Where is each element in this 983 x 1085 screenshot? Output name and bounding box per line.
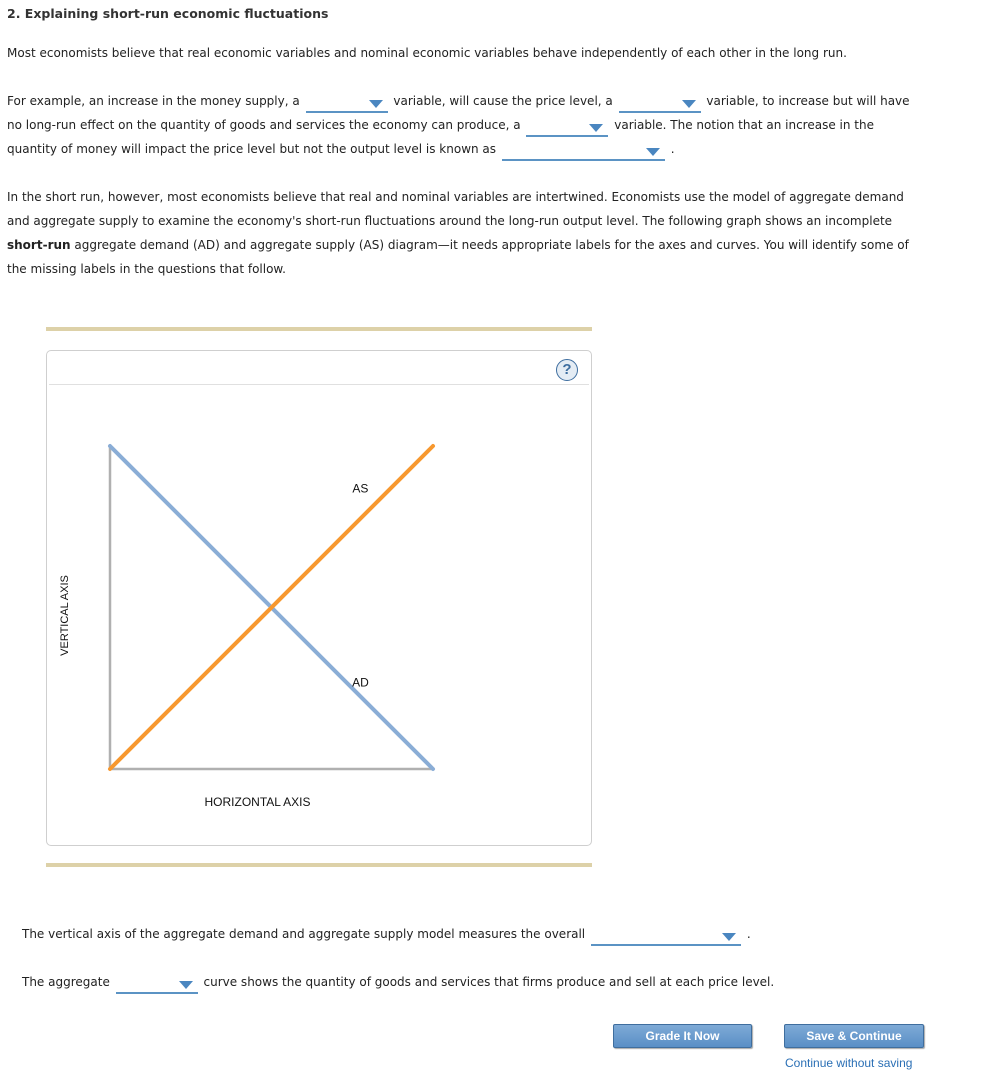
text-segment: In the short run, however, most economis… <box>7 190 904 228</box>
text-segment: variable, will cause the price level, a <box>393 94 613 108</box>
continue-without-saving-link[interactable]: Continue without saving <box>785 1056 912 1070</box>
text-segment: aggregate demand (AD) and aggregate supp… <box>7 238 909 276</box>
as-curve-label: AS <box>352 481 368 495</box>
chevron-down-icon <box>589 124 604 132</box>
short-run-paragraph: In the short run, however, most economis… <box>7 185 927 281</box>
chevron-down-icon <box>178 981 193 989</box>
text-segment: . <box>670 142 675 156</box>
notion-name-dropdown[interactable] <box>501 143 665 161</box>
chevron-down-icon <box>681 100 696 108</box>
grade-it-now-button[interactable]: Grade It Now <box>613 1024 752 1048</box>
intro-paragraph: Most economists believe that real econom… <box>7 46 847 60</box>
aggregate-curve-question: The aggregate curve shows the quantity o… <box>22 970 774 994</box>
divider-bottom <box>46 863 592 867</box>
chevron-down-icon <box>368 100 383 108</box>
ad-curve-label: AD <box>352 675 369 689</box>
question-title: 2. Explaining short-run economic fluctua… <box>7 6 329 21</box>
text-segment: The vertical axis of the aggregate deman… <box>22 927 586 941</box>
chevron-down-icon <box>645 148 660 156</box>
horizontal-axis-title: HORIZONTAL AXIS <box>204 795 310 809</box>
money-supply-type-dropdown[interactable] <box>305 95 388 113</box>
save-and-continue-button[interactable]: Save & Continue <box>784 1024 924 1048</box>
text-segment: For example, an increase in the money su… <box>7 94 300 108</box>
ad-as-graph: AS AD HORIZONTAL AXIS VERTICAL AXIS <box>59 444 435 809</box>
output-type-dropdown[interactable] <box>526 119 609 137</box>
text-segment: . <box>746 927 751 941</box>
divider-top <box>46 327 592 331</box>
bold-text: short-run <box>7 238 71 252</box>
text-segment: The aggregate <box>22 975 110 989</box>
text-segment: curve shows the quantity of goods and se… <box>203 975 775 989</box>
vertical-axis-title: VERTICAL AXIS <box>59 575 71 656</box>
vertical-axis-question: The vertical axis of the aggregate deman… <box>22 922 751 946</box>
graph-panel: ? AS AD HORIZONTAL AXIS VERTICAL AXIS <box>46 350 592 846</box>
vertical-axis-measure-dropdown[interactable] <box>590 928 741 946</box>
money-paragraph: For example, an increase in the money su… <box>7 89 927 161</box>
price-level-type-dropdown[interactable] <box>618 95 701 113</box>
chevron-down-icon <box>721 933 736 941</box>
aggregate-curve-dropdown[interactable] <box>115 976 198 994</box>
